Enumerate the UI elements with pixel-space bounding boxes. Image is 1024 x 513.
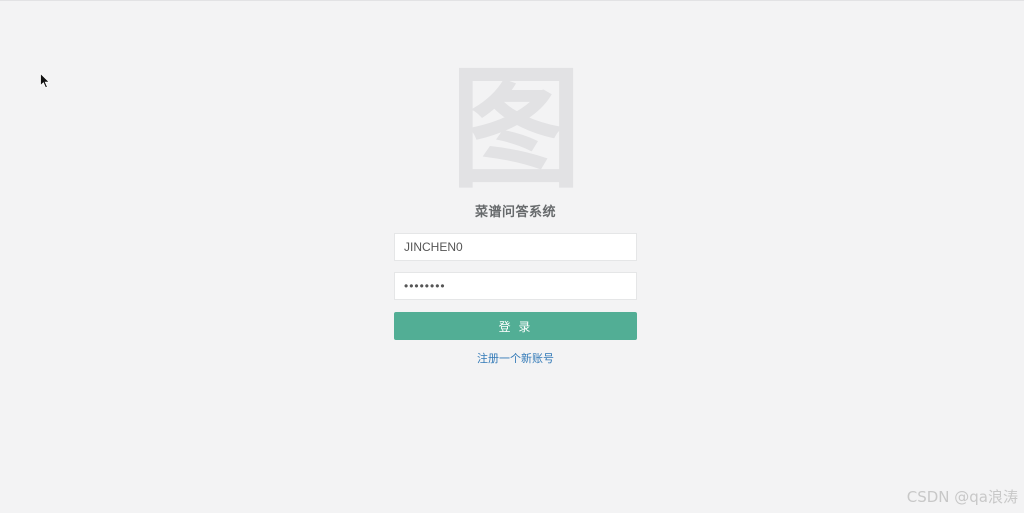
username-input[interactable]: [394, 233, 637, 261]
csdn-watermark: CSDN @qa浪涛: [906, 488, 1018, 506]
logo-glyph: 图: [455, 63, 577, 193]
image-placeholder-icon: 图: [454, 63, 577, 193]
app-title: 菜谱问答系统: [474, 205, 556, 220]
mouse-pointer-icon: [40, 73, 50, 89]
password-input[interactable]: [394, 272, 637, 300]
login-page: 图 菜谱问答系统 登 录 注册一个新账号 CSDN @qa浪涛: [0, 0, 1024, 513]
login-button[interactable]: 登 录: [394, 312, 637, 340]
register-link[interactable]: 注册一个新账号: [394, 350, 637, 366]
login-form: 图 菜谱问答系统 登 录 注册一个新账号: [394, 63, 637, 366]
